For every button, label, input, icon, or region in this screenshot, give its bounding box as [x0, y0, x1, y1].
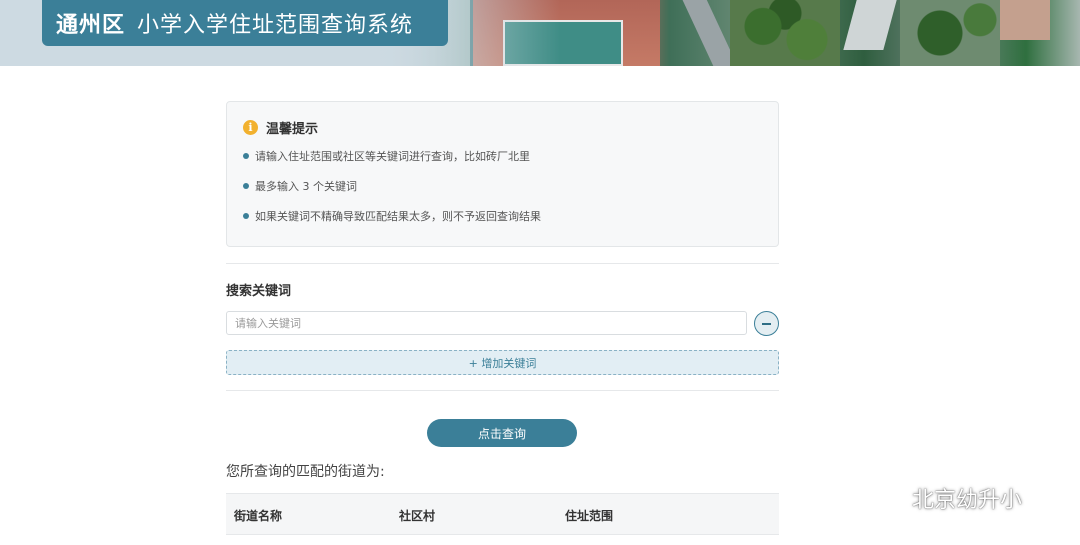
tips-header: i 温馨提示 — [243, 118, 318, 137]
bullet-icon — [243, 213, 249, 219]
title-district: 通州区 — [56, 13, 126, 38]
minus-icon — [762, 322, 771, 325]
watermark: 北京幼升小 — [866, 482, 1022, 514]
tip-item: 如果关键词不精确导致匹配结果太多，则不予返回查询结果 — [243, 208, 541, 224]
divider — [226, 263, 779, 264]
tips-card: i 温馨提示 请输入住址范围或社区等关键词进行查询，比如砖厂北里 最多输入 3 … — [226, 101, 779, 247]
add-keyword-button[interactable]: + 增加关键词 — [226, 350, 779, 375]
tip-item: 请输入住址范围或社区等关键词进行查询，比如砖厂北里 — [243, 148, 530, 164]
watermark-text: 北京幼升小 — [912, 488, 1023, 513]
search-keyword-label: 搜索关键词 — [226, 284, 292, 299]
keyword-input[interactable] — [226, 311, 747, 335]
tips-title: 温馨提示 — [266, 122, 319, 137]
info-icon: i — [243, 120, 258, 135]
page-title: 通州区 小学入学住址范围查询系统 — [42, 0, 448, 46]
divider — [226, 390, 779, 391]
title-system: 小学入学住址范围查询系统 — [137, 13, 414, 38]
column-header-street: 街道名称 — [234, 509, 283, 523]
wechat-icon — [866, 483, 905, 511]
column-header-address-range: 住址范围 — [565, 509, 614, 523]
results-table-header: 街道名称 社区村 住址范围 — [226, 493, 779, 535]
remove-keyword-button[interactable] — [754, 311, 779, 336]
bullet-icon — [243, 183, 249, 189]
column-header-community: 社区村 — [399, 509, 436, 523]
query-button[interactable]: 点击查询 — [427, 419, 577, 447]
bullet-icon — [243, 153, 249, 159]
tip-item: 最多输入 3 个关键词 — [243, 178, 357, 194]
results-label: 您所查询的匹配的街道为: — [226, 464, 385, 480]
